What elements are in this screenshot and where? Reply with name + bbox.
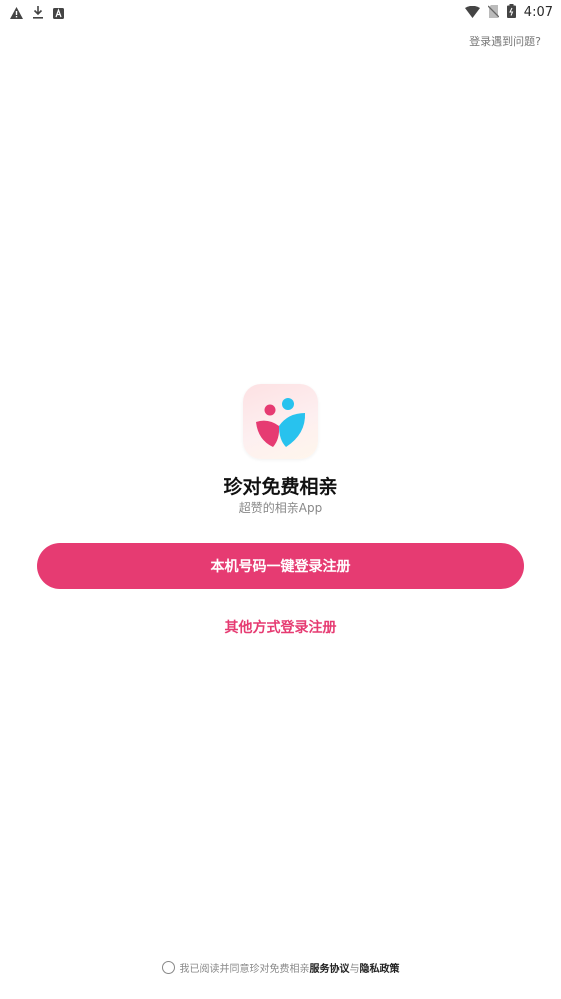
app-logo-icon — [256, 398, 306, 447]
status-time: 4:07 — [523, 5, 553, 20]
status-bar: 4:07 — [0, 0, 561, 24]
agreement-joiner: 与 — [349, 964, 360, 975]
app-subtitle: 超赞的相亲App — [238, 501, 323, 515]
login-help-link[interactable]: 登录遇到问题? — [469, 33, 541, 49]
app-name: 珍对免费相亲 — [223, 476, 338, 498]
battery-icon — [506, 3, 516, 22]
alert-icon — [10, 4, 23, 23]
agreement-text: 我已阅读并同意珍对免费相亲 — [179, 964, 310, 975]
service-agreement-link[interactable]: 服务协议 — [310, 960, 350, 975]
agreement-row: 我已阅读并同意珍对免费相亲 服务协议 与 隐私政策 — [0, 960, 561, 975]
wifi-icon — [464, 3, 480, 22]
no-sim-icon — [487, 3, 500, 22]
one-click-login-label: 本机号码一键登录注册 — [210, 559, 351, 575]
other-login-button[interactable]: 其他方式登录注册 — [0, 617, 561, 637]
agreement-checkbox[interactable] — [161, 961, 175, 974]
app-logo — [243, 384, 318, 459]
one-click-login-button[interactable]: 本机号码一键登录注册 — [37, 543, 524, 589]
app-a-icon — [53, 4, 64, 23]
privacy-policy-link[interactable]: 隐私政策 — [360, 960, 400, 975]
download-icon — [32, 4, 44, 23]
